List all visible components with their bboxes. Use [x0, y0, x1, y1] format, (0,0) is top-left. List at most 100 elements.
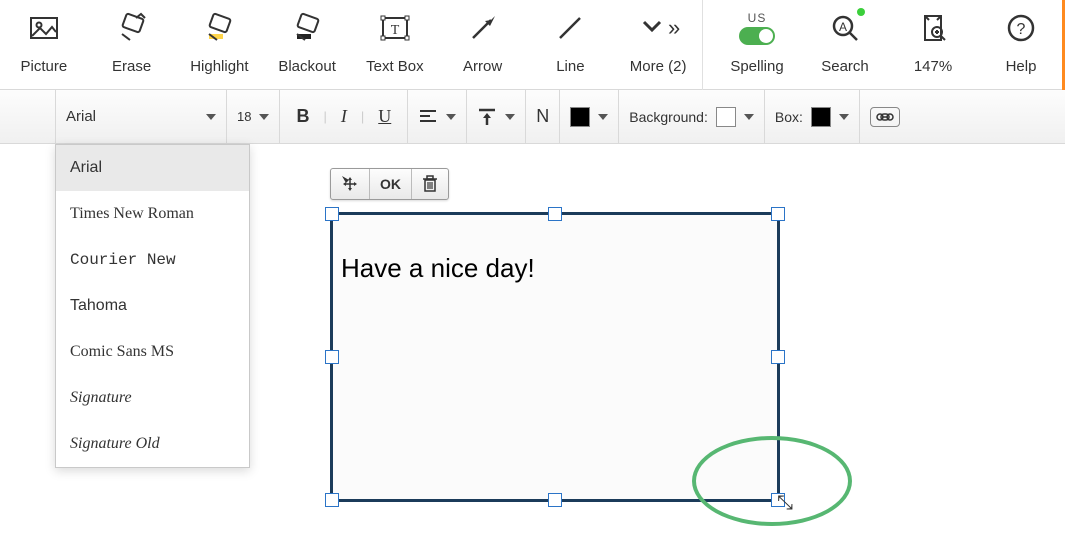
font-option-signature[interactable]: Signature [56, 375, 249, 421]
background-label: Background: [629, 109, 708, 125]
box-color-swatch [811, 107, 831, 127]
help-label: Help [1006, 58, 1037, 75]
background-color-select[interactable]: Background: [619, 90, 765, 143]
text-color-select[interactable] [560, 90, 619, 143]
search-label: Search [821, 58, 869, 75]
font-family-dropdown: Arial Times New Roman Courier New Tahoma… [55, 144, 250, 468]
main-toolbar: Picture Erase Highlight Blackout T Text … [0, 0, 1065, 90]
font-option-courier[interactable]: Courier New [56, 237, 249, 283]
font-option-comic[interactable]: Comic Sans MS [56, 329, 249, 375]
textbox-content[interactable]: Have a nice day! [341, 253, 769, 284]
arrow-button[interactable]: Arrow [439, 0, 527, 75]
ok-button[interactable]: OK [370, 169, 412, 199]
line-button[interactable]: Line [527, 0, 615, 75]
resize-handle-bl[interactable] [325, 493, 339, 507]
help-icon: ? [1005, 8, 1037, 48]
help-button[interactable]: ? Help [977, 0, 1065, 75]
spelling-label: Spelling [730, 58, 783, 75]
resize-handle-tm[interactable] [548, 207, 562, 221]
resize-handle-mr[interactable] [771, 350, 785, 364]
caret-down-icon [446, 114, 456, 120]
font-family-value: Arial [66, 108, 96, 125]
line-label: Line [556, 58, 584, 75]
font-size-select[interactable]: 18 [227, 90, 280, 143]
highlight-button[interactable]: Highlight [176, 0, 264, 75]
link-button[interactable] [860, 90, 910, 143]
link-icon [870, 107, 900, 127]
erase-button[interactable]: Erase [88, 0, 176, 75]
erase-icon [116, 8, 148, 48]
caret-down-icon [598, 114, 608, 120]
document-canvas[interactable]: Arial Times New Roman Courier New Tahoma… [0, 144, 1065, 545]
text-color-swatch [570, 107, 590, 127]
textbox-icon: T [379, 8, 411, 48]
more-label: More (2) [630, 58, 687, 75]
box-label: Box: [775, 109, 803, 125]
search-icon: A [829, 8, 861, 48]
svg-text:A: A [839, 20, 847, 34]
picture-icon [28, 8, 60, 48]
resize-handle-ml[interactable] [325, 350, 339, 364]
caret-down-icon [744, 114, 754, 120]
textbox-mini-toolbar: OK [330, 168, 449, 200]
spelling-button[interactable]: US Spelling [713, 0, 801, 75]
n-label: N [536, 106, 549, 127]
picture-button[interactable]: Picture [0, 0, 88, 75]
text-style-group: B | I | U [280, 90, 408, 143]
blackout-icon [291, 8, 323, 48]
erase-label: Erase [112, 58, 151, 75]
resize-handle-bm[interactable] [548, 493, 562, 507]
font-option-tahoma[interactable]: Tahoma [56, 283, 249, 329]
selected-textbox[interactable]: Have a nice day! ⤡ [330, 212, 780, 502]
search-button[interactable]: A Search [801, 0, 889, 75]
caret-down-icon [839, 114, 849, 120]
more-icon: » [636, 8, 680, 48]
highlight-label: Highlight [190, 58, 248, 75]
zoom-icon [917, 8, 949, 48]
search-indicator-dot [857, 8, 865, 16]
box-color-select[interactable]: Box: [765, 90, 860, 143]
resize-handle-br[interactable] [771, 493, 785, 507]
textbox-label: Text Box [366, 58, 424, 75]
background-color-swatch [716, 107, 736, 127]
n-button[interactable]: N [526, 90, 560, 143]
move-icon [341, 175, 359, 193]
delete-button[interactable] [412, 169, 448, 199]
arrow-label: Arrow [463, 58, 502, 75]
blackout-button[interactable]: Blackout [263, 0, 351, 75]
highlight-icon [203, 8, 235, 48]
caret-down-icon [259, 114, 269, 120]
underline-button[interactable]: U [372, 106, 397, 127]
trash-icon [422, 175, 438, 193]
picture-label: Picture [21, 58, 68, 75]
caret-down-icon [206, 114, 216, 120]
zoom-label: 147% [914, 58, 952, 75]
font-size-value: 18 [237, 109, 251, 124]
font-option-signature-old[interactable]: Signature Old [56, 421, 249, 467]
align-left-icon [418, 108, 438, 126]
blackout-label: Blackout [278, 58, 336, 75]
font-option-times[interactable]: Times New Roman [56, 191, 249, 237]
toolbar-divider [702, 0, 703, 90]
move-handle-button[interactable] [331, 169, 370, 199]
resize-handle-tl[interactable] [325, 207, 339, 221]
font-option-arial[interactable]: Arial [56, 145, 249, 191]
caret-down-icon [505, 114, 515, 120]
format-bar: Arial 18 B | I | U N Background: Box: [0, 90, 1065, 144]
italic-button[interactable]: I [335, 106, 353, 127]
more-button[interactable]: » More (2) [614, 0, 702, 75]
spelling-icon: US [739, 8, 775, 48]
resize-handle-tr[interactable] [771, 207, 785, 221]
textbox-button[interactable]: T Text Box [351, 0, 439, 75]
line-icon [554, 8, 586, 48]
h-align-select[interactable] [408, 90, 467, 143]
spelling-toggle[interactable] [739, 27, 775, 45]
svg-text:?: ? [1017, 21, 1026, 38]
zoom-button[interactable]: 147% [889, 0, 977, 75]
bold-button[interactable]: B [290, 106, 315, 127]
font-family-select[interactable]: Arial [55, 90, 227, 143]
align-top-icon [477, 107, 497, 127]
spelling-lang: US [748, 11, 767, 25]
v-align-select[interactable] [467, 90, 526, 143]
svg-text:T: T [391, 23, 400, 38]
